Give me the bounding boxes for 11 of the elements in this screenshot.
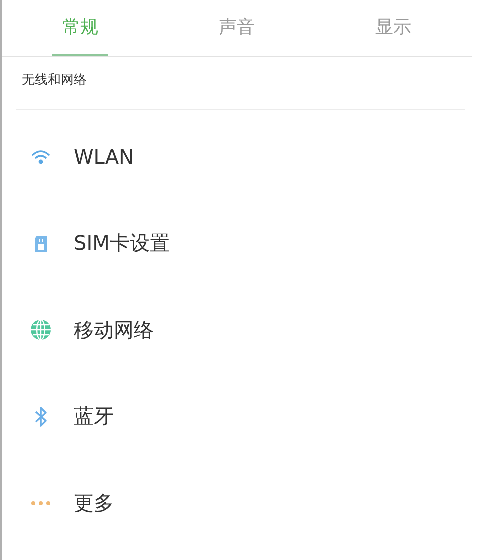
sim-card-icon	[33, 234, 49, 253]
settings-item[interactable]: 更多	[2, 460, 477, 546]
more-dots-icon	[31, 500, 51, 506]
settings-item[interactable]: 蓝牙	[2, 374, 477, 460]
section-header: 无线和网络	[21, 72, 88, 90]
bluetooth-icon	[34, 406, 48, 428]
settings-item[interactable]: SIM卡设置	[2, 200, 477, 287]
settings-item[interactable]: 移动网络	[2, 287, 477, 374]
globe-icon	[30, 319, 52, 342]
settings-item[interactable]: WLAN	[2, 114, 477, 200]
wifi-icon	[31, 149, 51, 166]
